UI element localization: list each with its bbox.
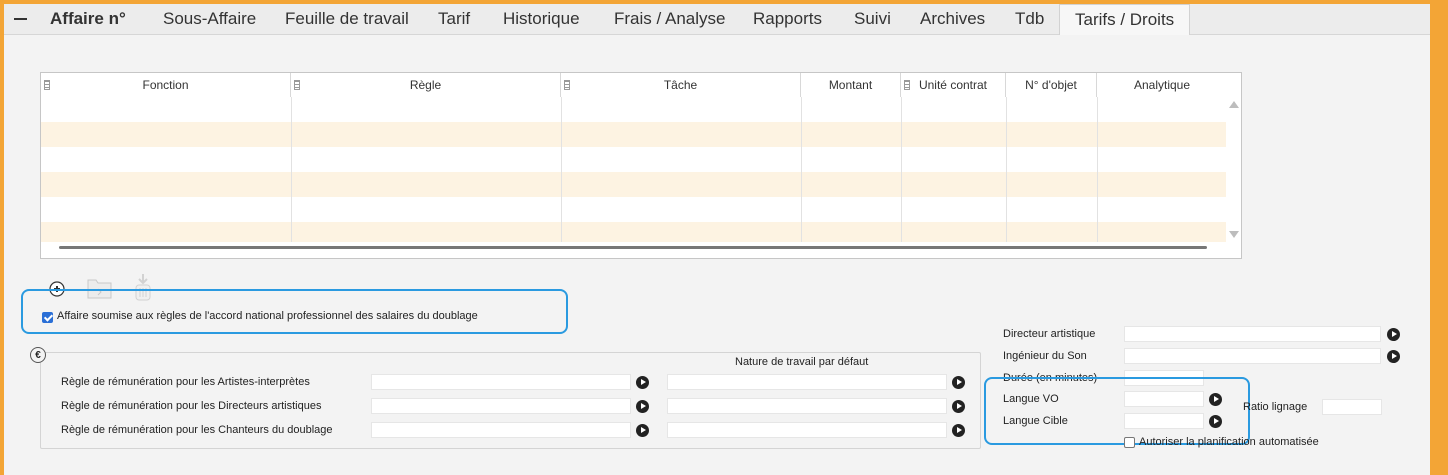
tab-content: Fonction Règle Tâche Montant Unité contr… [4,35,1430,475]
column-divider [1006,97,1007,242]
langue-vo-label: Langue VO [1003,393,1059,405]
regle-directeurs-go-icon[interactable] [636,400,649,413]
ingenieur-son-label: Ingénieur du Son [1003,350,1087,362]
langue-vo-field[interactable] [1124,391,1204,407]
tab-sous-affaire[interactable]: Sous-Affaire [163,4,256,34]
table-row[interactable] [41,122,1226,147]
column-header-tache[interactable]: Tâche [561,73,801,97]
nature-chanteurs-go-icon[interactable] [952,424,965,437]
column-menu-icon[interactable] [44,80,50,90]
table-row[interactable] [41,147,1226,172]
column-header-numero-objet[interactable]: N° d'objet [1006,73,1097,97]
column-header-regle[interactable]: Règle [291,73,561,97]
regle-chanteurs-field[interactable] [371,422,631,438]
tab-historique[interactable]: Historique [503,4,580,34]
regle-artistes-field[interactable] [371,374,631,390]
column-divider [1097,97,1098,242]
agreement-checkbox[interactable] [42,312,53,323]
directeur-artistique-go-icon[interactable] [1387,328,1400,341]
window: Affaire n° Sous-Affaire Feuille de trava… [4,4,1432,475]
tab-tarif[interactable]: Tarif [438,4,470,34]
regle-chanteurs-go-icon[interactable] [636,424,649,437]
column-divider [291,97,292,242]
ingenieur-son-go-icon[interactable] [1387,350,1400,363]
regle-chanteurs-label: Règle de rémunération pour les Chanteurs… [61,424,333,436]
planification-label: Autoriser la planification automatisée [1139,436,1319,448]
tarifs-table[interactable]: Fonction Règle Tâche Montant Unité contr… [40,72,1242,259]
nature-chanteurs-field[interactable] [667,422,947,438]
table-row[interactable] [41,222,1226,242]
regle-directeurs-label: Règle de rémunération pour les Directeur… [61,400,322,412]
euro-icon: € [30,347,46,363]
column-header-montant[interactable]: Montant [801,73,901,97]
tab-suivi[interactable]: Suivi [854,4,891,34]
langue-cible-go-icon[interactable] [1209,415,1222,428]
regle-directeurs-field[interactable] [371,398,631,414]
ratio-lignage-label: Ratio lignage [1243,401,1308,413]
column-header-fonction[interactable]: Fonction [41,73,291,97]
nature-directeurs-go-icon[interactable] [952,400,965,413]
column-menu-icon[interactable] [564,80,570,90]
tab-feuille-de-travail[interactable]: Feuille de travail [285,4,409,34]
column-header-analytique[interactable]: Analytique [1097,73,1227,97]
nature-artistes-go-icon[interactable] [952,376,965,389]
planification-checkbox[interactable] [1124,437,1135,448]
vertical-scrollbar[interactable] [1227,97,1240,242]
ratio-lignage-field[interactable] [1322,399,1382,415]
nature-header: Nature de travail par défaut [735,356,869,368]
tab-tdb[interactable]: Tdb [1015,4,1044,34]
agreement-label: Affaire soumise aux règles de l'accord n… [57,310,478,322]
column-menu-icon[interactable] [294,80,300,90]
directeur-artistique-label: Directeur artistique [1003,328,1096,340]
column-header-unite-contrat[interactable]: Unité contrat [901,73,1006,97]
tab-rapports[interactable]: Rapports [753,4,822,34]
column-divider [901,97,902,242]
langue-cible-field[interactable] [1124,413,1204,429]
column-menu-icon[interactable] [904,80,910,90]
table-row[interactable] [41,197,1226,222]
directeur-artistique-field[interactable] [1124,326,1381,342]
nature-directeurs-field[interactable] [667,398,947,414]
tab-affaire[interactable]: Affaire n° [50,4,126,34]
langue-vo-go-icon[interactable] [1209,393,1222,406]
ingenieur-son-field[interactable] [1124,348,1381,364]
column-divider [801,97,802,242]
regle-artistes-label: Règle de rémunération pour les Artistes-… [61,376,310,388]
langue-cible-label: Langue Cible [1003,415,1068,427]
regle-artistes-go-icon[interactable] [636,376,649,389]
table-row[interactable] [41,172,1226,197]
tab-archives[interactable]: Archives [920,4,985,34]
tab-frais-analyse[interactable]: Frais / Analyse [614,4,726,34]
scroll-down-icon[interactable] [1229,231,1239,238]
langue-highlight [984,377,1250,445]
column-divider [561,97,562,242]
collapse-icon[interactable] [14,18,27,20]
scroll-up-icon[interactable] [1229,101,1239,108]
tab-bar: Affaire n° Sous-Affaire Feuille de trava… [4,4,1430,35]
nature-artistes-field[interactable] [667,374,947,390]
horizontal-scrollbar[interactable] [59,246,1207,249]
tab-tarifs-droits[interactable]: Tarifs / Droits [1059,4,1191,35]
table-row[interactable] [41,97,1226,122]
